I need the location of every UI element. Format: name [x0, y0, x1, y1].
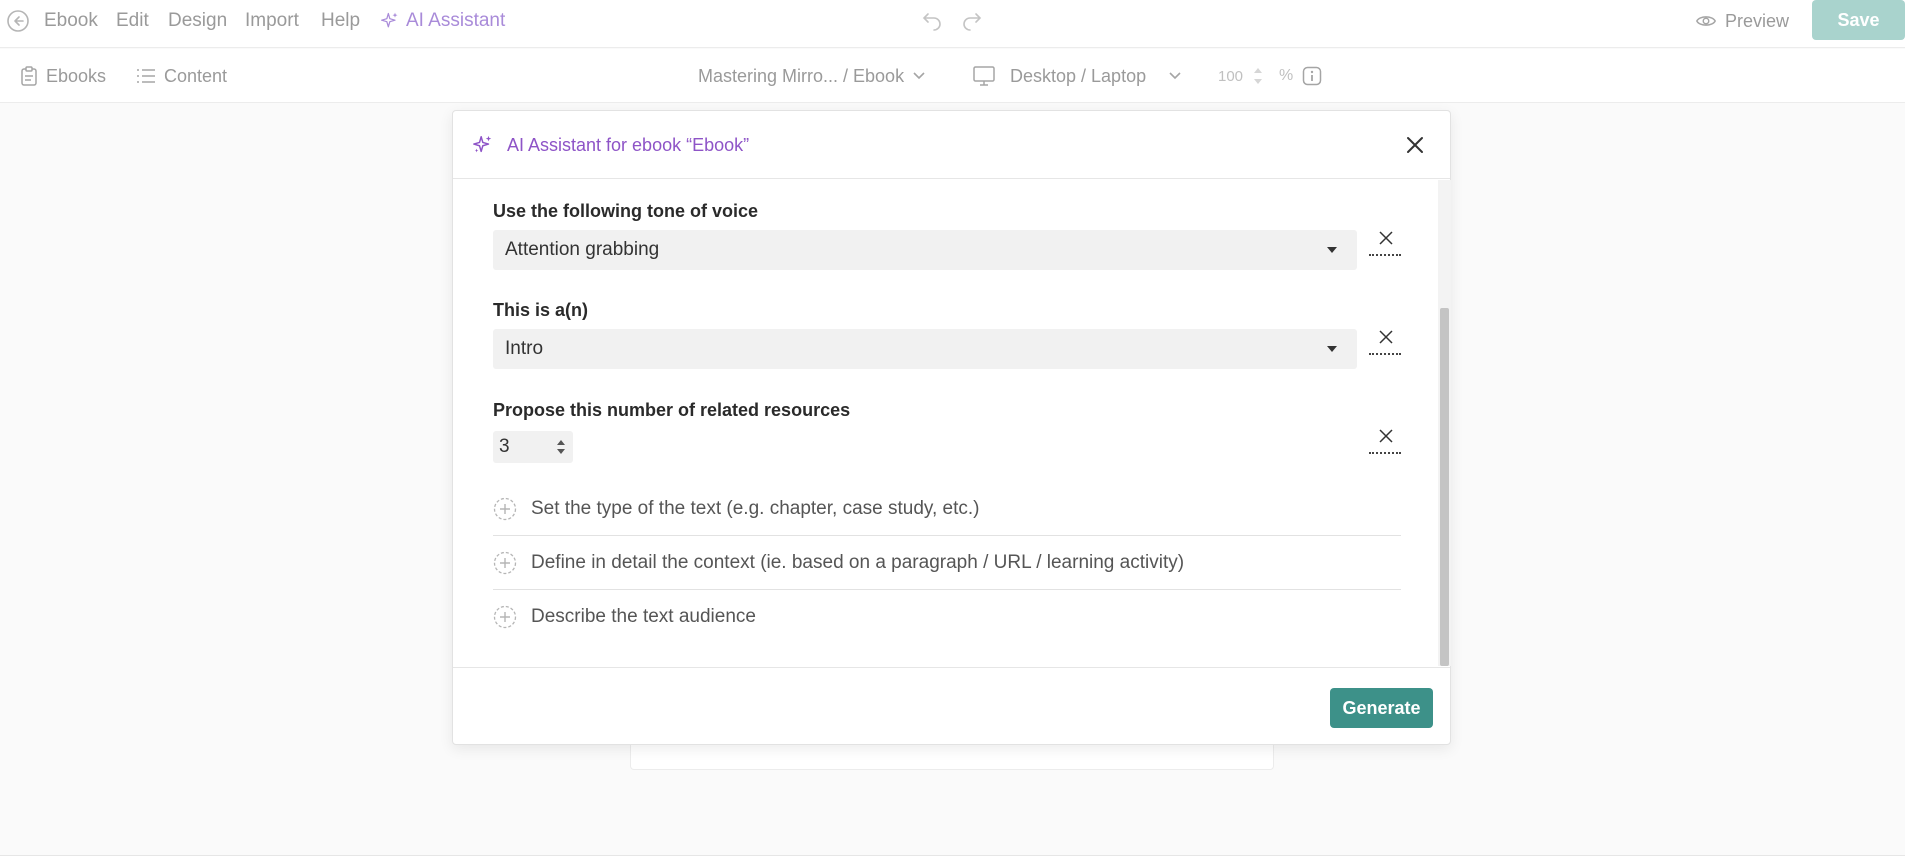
content-tab[interactable]: Content — [136, 49, 227, 103]
chevron-down-icon — [1169, 72, 1181, 80]
clear-type-button[interactable] — [1369, 327, 1401, 355]
sparkle-icon — [381, 12, 398, 28]
add-circle-icon — [493, 605, 517, 629]
resources-label: Propose this number of related resources — [493, 400, 851, 420]
dialog-scrollbar[interactable] — [1438, 180, 1451, 666]
clipboard-icon — [21, 66, 37, 86]
dialog-header: AI Assistant for ebook “Ebook” — [453, 111, 1450, 179]
menu-import[interactable]: Import — [245, 0, 299, 42]
zoom-input[interactable]: 100 — [1210, 63, 1268, 89]
ebook-selector-dropdown[interactable]: Mastering Mirro... / Ebook — [698, 49, 926, 103]
caret-down-icon — [1327, 346, 1337, 352]
menu-ebook[interactable]: Ebook — [44, 0, 98, 42]
dialog-title: AI Assistant for ebook “Ebook” — [507, 134, 750, 155]
add-audience-option[interactable]: Describe the text audience — [493, 590, 1401, 644]
back-arrow-icon[interactable] — [6, 9, 30, 33]
add-circle-icon — [493, 497, 517, 521]
chevron-down-icon — [913, 72, 925, 80]
type-label: This is a(n) — [493, 300, 589, 320]
clear-tone-button[interactable] — [1369, 228, 1401, 256]
monitor-icon — [973, 66, 995, 86]
save-button[interactable]: Save — [1812, 0, 1905, 40]
menu-edit[interactable]: Edit — [116, 0, 149, 42]
type-select[interactable]: Intro — [493, 329, 1357, 369]
add-circle-icon — [493, 551, 517, 575]
eye-icon — [1696, 16, 1716, 26]
undo-icon[interactable] — [920, 9, 944, 33]
device-selector-dropdown[interactable]: Desktop / Laptop — [972, 49, 1182, 103]
tone-label: Use the following tone of voice — [493, 201, 759, 221]
close-icon — [1379, 429, 1393, 443]
close-icon — [1379, 330, 1393, 344]
resources-number-input[interactable]: 3 — [493, 431, 573, 463]
tone-select[interactable]: Attention grabbing — [493, 230, 1357, 270]
preview-button[interactable]: Preview — [1695, 0, 1789, 42]
secondary-toolbar: Ebooks Content Mastering Mirro... / Eboo… — [0, 49, 1905, 103]
add-text-type-option[interactable]: Set the type of the text (e.g. chapter, … — [493, 482, 1401, 536]
menu-ai-assistant[interactable]: AI Assistant — [380, 0, 505, 42]
clear-resources-button[interactable] — [1369, 426, 1401, 454]
ai-assistant-dialog: AI Assistant for ebook “Ebook” Use the f… — [452, 110, 1451, 745]
resources-value: 3 — [499, 436, 510, 457]
generate-button[interactable]: Generate — [1330, 688, 1433, 728]
info-icon[interactable] — [1302, 66, 1322, 86]
tone-value: Attention grabbing — [505, 239, 660, 260]
list-icon — [137, 69, 155, 83]
close-icon — [1379, 231, 1393, 245]
add-context-option[interactable]: Define in detail the context (ie. based … — [493, 536, 1401, 590]
stepper-arrows-icon[interactable] — [555, 436, 567, 458]
stepper-arrows-icon[interactable] — [1253, 65, 1263, 87]
dialog-footer: Generate — [453, 667, 1450, 745]
close-icon[interactable] — [1404, 134, 1426, 156]
dialog-body: Use the following tone of voice Attentio… — [453, 180, 1438, 666]
type-value: Intro — [505, 338, 544, 359]
caret-down-icon — [1327, 247, 1337, 253]
ebooks-tab[interactable]: Ebooks — [20, 49, 106, 103]
redo-icon[interactable] — [960, 9, 984, 33]
menu-help[interactable]: Help — [321, 0, 360, 42]
menu-design[interactable]: Design — [168, 0, 227, 42]
zoom-unit: % — [1279, 67, 1294, 84]
top-bar: Ebook Edit Design Import Help AI Assista… — [0, 0, 1905, 48]
sparkle-icon — [473, 135, 492, 153]
scrollbar-thumb[interactable] — [1440, 308, 1449, 666]
